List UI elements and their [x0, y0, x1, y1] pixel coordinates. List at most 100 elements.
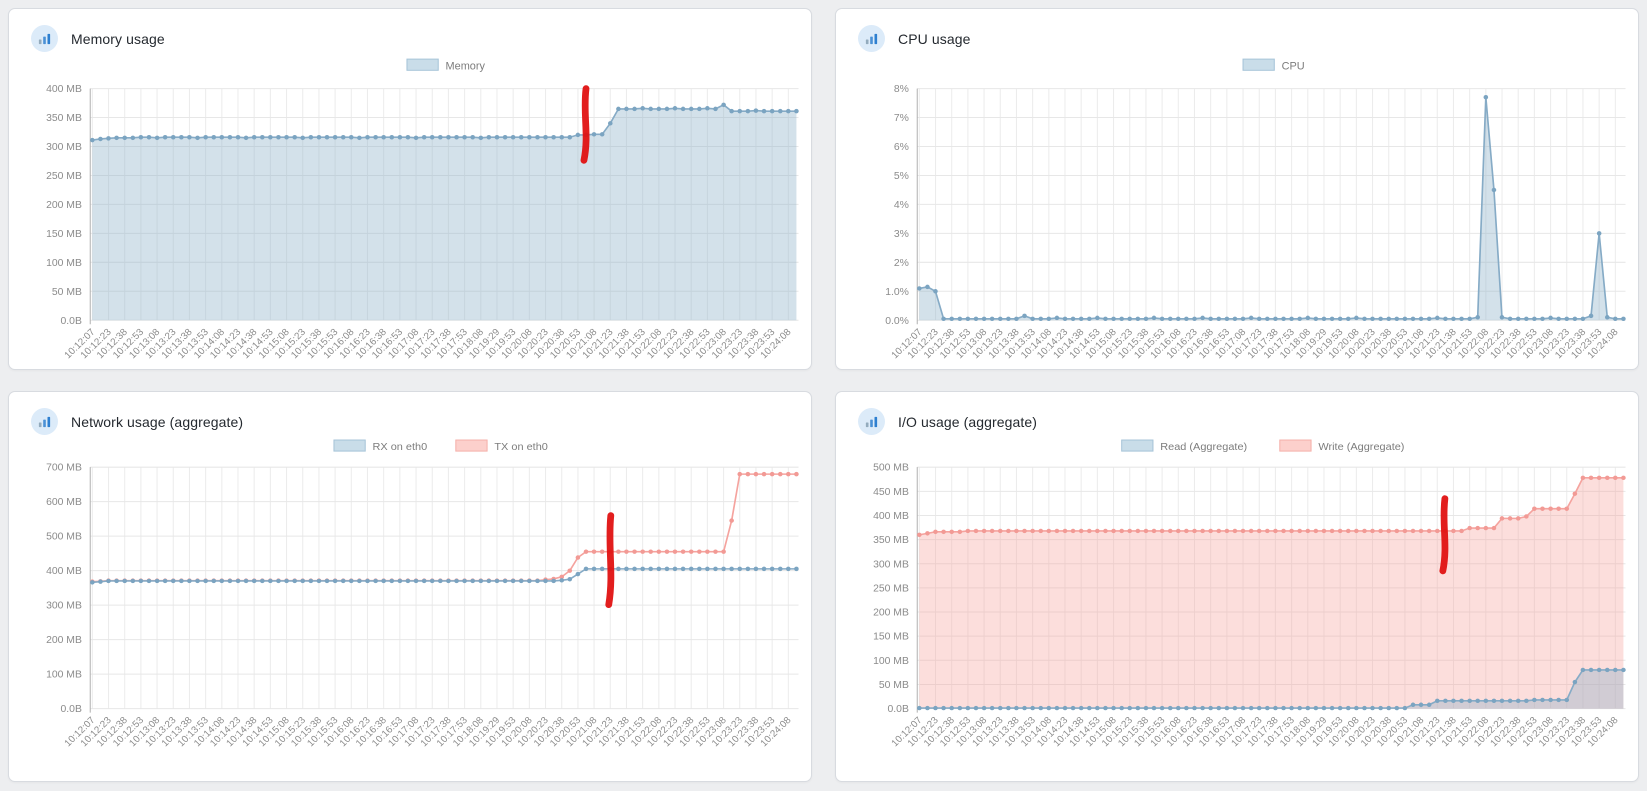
- data-point-dot[interactable]: [1103, 705, 1108, 711]
- data-point-dot[interactable]: [1321, 705, 1327, 711]
- data-point-dot[interactable]: [640, 566, 645, 572]
- data-point-dot[interactable]: [729, 108, 734, 114]
- data-point-dot[interactable]: [1596, 231, 1602, 236]
- data-point-dot[interactable]: [997, 705, 1003, 711]
- data-point-dot[interactable]: [187, 135, 192, 140]
- data-point-dot[interactable]: [997, 528, 1003, 534]
- data-point-dot[interactable]: [1362, 528, 1367, 534]
- data-point-dot[interactable]: [251, 578, 257, 584]
- data-point-dot[interactable]: [1443, 316, 1448, 322]
- data-point-dot[interactable]: [535, 578, 540, 584]
- data-point-dot[interactable]: [1006, 316, 1011, 322]
- data-point-dot[interactable]: [1078, 528, 1084, 534]
- data-point-dot[interactable]: [518, 578, 524, 584]
- data-point-dot[interactable]: [949, 316, 955, 322]
- data-point-dot[interactable]: [187, 578, 192, 584]
- data-point-dot[interactable]: [1515, 316, 1521, 322]
- data-point-dot[interactable]: [1208, 528, 1213, 534]
- data-point-dot[interactable]: [1208, 705, 1213, 711]
- data-point-dot[interactable]: [1548, 506, 1553, 511]
- data-point-dot[interactable]: [1354, 705, 1359, 711]
- data-point-dot[interactable]: [1289, 705, 1294, 711]
- data-point-dot[interactable]: [454, 135, 459, 140]
- data-point-dot[interactable]: [1248, 315, 1254, 321]
- data-point-dot[interactable]: [446, 135, 451, 140]
- data-point-dot[interactable]: [1621, 316, 1626, 322]
- data-point-dot[interactable]: [1613, 667, 1618, 673]
- data-point-dot[interactable]: [243, 578, 249, 584]
- data-point-dot[interactable]: [1410, 316, 1416, 322]
- data-point-dot[interactable]: [1054, 315, 1060, 321]
- data-point-dot[interactable]: [1167, 705, 1173, 711]
- data-point-dot[interactable]: [1240, 528, 1246, 534]
- data-point-dot[interactable]: [1265, 316, 1270, 322]
- data-point-dot[interactable]: [616, 549, 621, 554]
- legend-item[interactable]: Read (Aggregate): [1121, 439, 1247, 453]
- data-point-dot[interactable]: [1580, 667, 1586, 673]
- data-point-dot[interactable]: [1378, 316, 1383, 322]
- data-point-dot[interactable]: [1524, 316, 1529, 322]
- data-point-dot[interactable]: [518, 135, 524, 140]
- data-point-dot[interactable]: [1370, 316, 1375, 322]
- data-point-dot[interactable]: [1240, 316, 1246, 322]
- data-point-dot[interactable]: [1046, 528, 1052, 534]
- data-point-dot[interactable]: [688, 549, 694, 554]
- data-point-dot[interactable]: [1208, 316, 1213, 322]
- data-point-dot[interactable]: [1216, 705, 1222, 711]
- data-point-dot[interactable]: [365, 578, 370, 584]
- data-point-dot[interactable]: [1022, 705, 1027, 711]
- data-point-dot[interactable]: [260, 578, 265, 584]
- data-point-dot[interactable]: [397, 135, 403, 140]
- data-point-dot[interactable]: [559, 135, 565, 140]
- data-point-dot[interactable]: [340, 135, 346, 140]
- data-point-dot[interactable]: [1329, 316, 1335, 322]
- data-point-dot[interactable]: [1604, 315, 1610, 320]
- data-point-dot[interactable]: [1402, 705, 1408, 711]
- data-point-dot[interactable]: [1475, 315, 1480, 320]
- data-point-dot[interactable]: [1224, 316, 1230, 322]
- data-point-dot[interactable]: [656, 566, 662, 572]
- data-point-dot[interactable]: [1192, 316, 1197, 322]
- data-point-dot[interactable]: [1046, 705, 1052, 711]
- data-point-dot[interactable]: [1337, 528, 1343, 534]
- data-point-dot[interactable]: [567, 568, 573, 573]
- data-point-dot[interactable]: [1588, 667, 1594, 673]
- data-point-dot[interactable]: [1087, 316, 1092, 322]
- data-point-dot[interactable]: [1435, 315, 1440, 321]
- data-point-dot[interactable]: [941, 316, 946, 322]
- data-point-dot[interactable]: [1604, 667, 1610, 673]
- data-point-dot[interactable]: [389, 135, 395, 140]
- data-point-dot[interactable]: [1426, 528, 1432, 534]
- data-point-dot[interactable]: [494, 578, 500, 584]
- data-point-dot[interactable]: [122, 578, 128, 584]
- data-point-dot[interactable]: [446, 578, 451, 584]
- data-point-dot[interactable]: [510, 135, 516, 140]
- data-point-dot[interactable]: [941, 705, 946, 711]
- data-point-dot[interactable]: [786, 471, 791, 477]
- data-point-dot[interactable]: [761, 566, 767, 572]
- data-point-dot[interactable]: [575, 571, 581, 577]
- data-point-dot[interactable]: [1273, 705, 1278, 711]
- data-point-dot[interactable]: [591, 566, 597, 572]
- data-point-dot[interactable]: [1524, 698, 1529, 704]
- data-point-dot[interactable]: [1540, 316, 1545, 322]
- data-point-dot[interactable]: [1070, 528, 1076, 534]
- data-point-dot[interactable]: [1143, 528, 1149, 534]
- data-point-dot[interactable]: [130, 578, 136, 584]
- data-point-dot[interactable]: [737, 566, 743, 572]
- data-point-dot[interactable]: [381, 135, 386, 140]
- data-point-dot[interactable]: [680, 106, 686, 112]
- data-point-dot[interactable]: [1159, 705, 1165, 711]
- data-point-dot[interactable]: [1305, 705, 1311, 711]
- data-point-dot[interactable]: [981, 705, 987, 711]
- data-point-dot[interactable]: [925, 284, 930, 290]
- data-point-dot[interactable]: [1175, 528, 1181, 534]
- data-point-dot[interactable]: [713, 106, 718, 112]
- data-point-dot[interactable]: [1532, 506, 1537, 511]
- data-point-dot[interactable]: [1256, 316, 1262, 322]
- data-point-dot[interactable]: [195, 578, 200, 584]
- data-point-dot[interactable]: [794, 471, 799, 477]
- data-point-dot[interactable]: [98, 136, 103, 142]
- data-point-dot[interactable]: [664, 566, 670, 572]
- data-point-dot[interactable]: [1313, 528, 1319, 534]
